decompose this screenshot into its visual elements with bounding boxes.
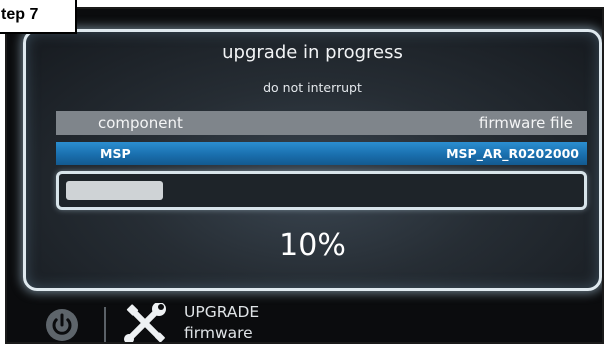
progress-bar-fill <box>66 181 163 200</box>
header-component: component <box>98 114 183 132</box>
row-component: MSP <box>100 146 131 161</box>
power-icon[interactable] <box>45 308 79 342</box>
header-firmware-file: firmware file <box>478 114 573 132</box>
wrench-screwdriver-icon <box>124 303 166 342</box>
row-firmware-file: MSP_AR_R0202000 <box>446 146 579 161</box>
screen-subtitle: do not interrupt <box>263 80 362 95</box>
step-label: tep 7 <box>0 0 77 34</box>
mode-label-upgrade: UPGRADE <box>184 303 260 321</box>
bottom-bar: UPGRADE firmware <box>23 291 602 342</box>
mode-label-firmware: firmware <box>184 324 253 342</box>
upgrade-screen: upgrade in progress do not interrupt com… <box>23 29 602 291</box>
divider <box>104 307 106 342</box>
progress-percent: 10% <box>279 228 346 263</box>
device-display: upgrade in progress do not interrupt com… <box>5 7 604 344</box>
table-row[interactable]: MSP MSP_AR_R0202000 <box>56 142 587 165</box>
screen-title: upgrade in progress <box>222 42 403 63</box>
table-header: component firmware file <box>56 111 587 135</box>
progress-bar <box>56 171 587 210</box>
